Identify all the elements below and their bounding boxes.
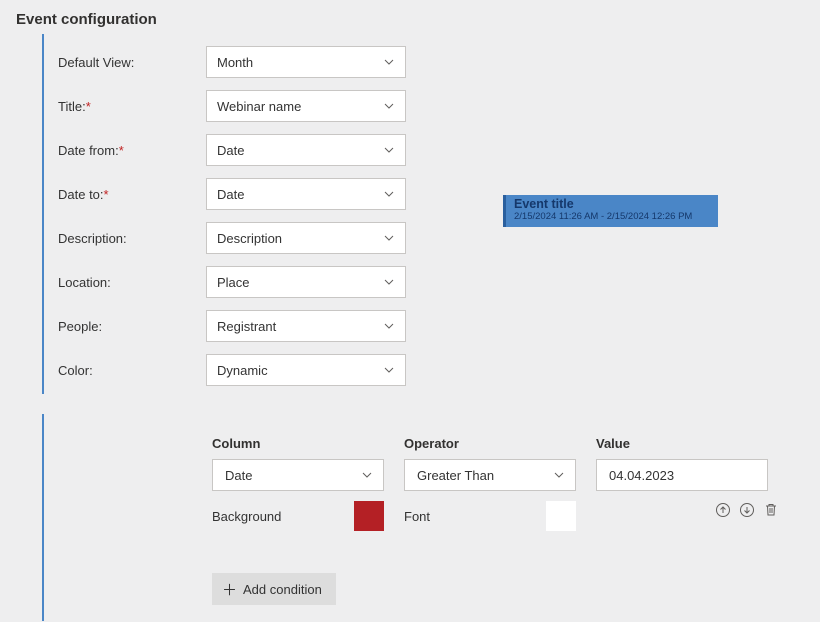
label-description: Description: [58, 231, 206, 246]
label-date-from-text: Date from: [58, 143, 119, 158]
select-color-value: Dynamic [217, 363, 268, 378]
label-date-to: Date to:* [58, 187, 206, 202]
move-down-icon[interactable] [738, 501, 756, 519]
select-date-to[interactable]: Date [206, 178, 406, 210]
label-date-from: Date from:* [58, 143, 206, 158]
background-label: Background [212, 509, 281, 524]
select-date-to-value: Date [217, 187, 244, 202]
input-condition-value[interactable] [596, 459, 768, 491]
conditions-section: Column Date Operator Greater Than Value [42, 414, 780, 621]
select-color[interactable]: Dynamic [206, 354, 406, 386]
select-date-from[interactable]: Date [206, 134, 406, 166]
field-color: Color: Dynamic [58, 348, 772, 392]
chevron-down-icon [383, 276, 395, 288]
select-condition-operator-value: Greater Than [417, 468, 494, 483]
chevron-down-icon [383, 100, 395, 112]
chevron-down-icon [383, 56, 395, 68]
required-marker: * [104, 187, 109, 202]
header-column: Column [212, 436, 384, 451]
chevron-down-icon [553, 469, 565, 481]
select-location-value: Place [217, 275, 250, 290]
field-location: Location: Place [58, 260, 772, 304]
label-location: Location: [58, 275, 206, 290]
delete-icon[interactable] [762, 501, 780, 519]
select-description-value: Description [217, 231, 282, 246]
select-description[interactable]: Description [206, 222, 406, 254]
select-people[interactable]: Registrant [206, 310, 406, 342]
header-operator: Operator [404, 436, 576, 451]
chevron-down-icon [383, 144, 395, 156]
required-marker: * [119, 143, 124, 158]
move-up-icon[interactable] [714, 501, 732, 519]
chevron-down-icon [361, 469, 373, 481]
chevron-down-icon [383, 364, 395, 376]
font-label: Font [404, 509, 430, 524]
select-title[interactable]: Webinar name [206, 90, 406, 122]
font-color-group: Font [404, 501, 576, 531]
add-condition-label: Add condition [243, 582, 322, 597]
select-default-view[interactable]: Month [206, 46, 406, 78]
font-swatch[interactable] [546, 501, 576, 531]
plus-icon: ＋ [222, 579, 237, 600]
add-condition-button[interactable]: ＋ Add condition [212, 573, 336, 605]
condition-headers: Column Date Operator Greater Than Value [212, 436, 780, 491]
select-location[interactable]: Place [206, 266, 406, 298]
preview-date-range: 2/15/2024 11:26 AM - 2/15/2024 12:26 PM [514, 211, 710, 223]
label-default-view: Default View: [58, 55, 206, 70]
select-default-view-value: Month [217, 55, 253, 70]
field-date-from: Date from:* Date [58, 128, 772, 172]
label-color: Color: [58, 363, 206, 378]
preview-title: Event title [514, 197, 710, 211]
label-date-to-text: Date to: [58, 187, 104, 202]
field-title: Title:* Webinar name [58, 84, 772, 128]
page-title: Event configuration [0, 0, 820, 28]
condition-color-row: Background Font [212, 501, 780, 531]
label-title: Title:* [58, 99, 206, 114]
field-default-view: Default View: Month [58, 40, 772, 84]
select-condition-column-value: Date [225, 468, 252, 483]
select-condition-column[interactable]: Date [212, 459, 384, 491]
field-people: People: Registrant [58, 304, 772, 348]
background-swatch[interactable] [354, 501, 384, 531]
label-title-text: Title: [58, 99, 86, 114]
select-condition-operator[interactable]: Greater Than [404, 459, 576, 491]
header-value: Value [596, 436, 768, 451]
chevron-down-icon [383, 320, 395, 332]
chevron-down-icon [383, 188, 395, 200]
select-title-value: Webinar name [217, 99, 301, 114]
select-date-from-value: Date [217, 143, 244, 158]
background-color-group: Background [212, 501, 384, 531]
event-preview-card: Event title 2/15/2024 11:26 AM - 2/15/20… [503, 195, 718, 227]
chevron-down-icon [383, 232, 395, 244]
label-people: People: [58, 319, 206, 334]
select-people-value: Registrant [217, 319, 276, 334]
condition-actions [608, 501, 780, 519]
required-marker: * [86, 99, 91, 114]
